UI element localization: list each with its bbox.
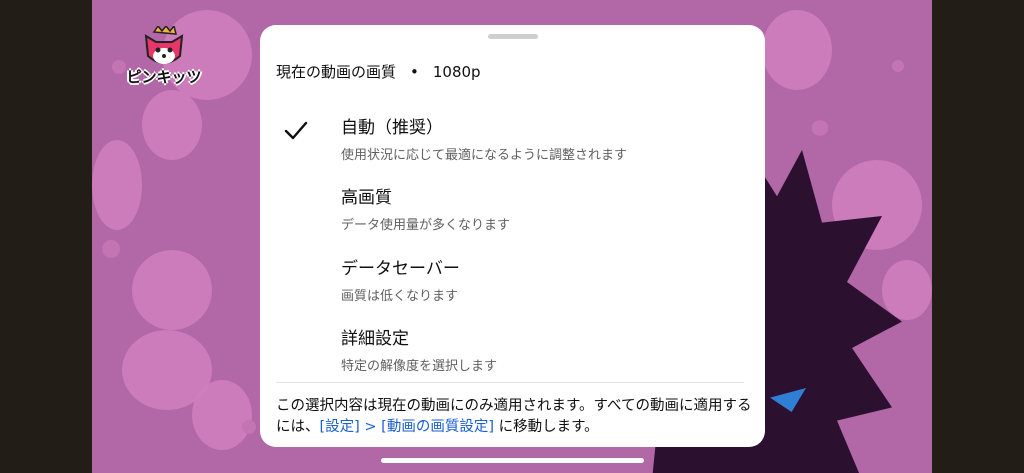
option-title: 自動（推奨） — [341, 118, 443, 138]
option-description: 画質は低くなります — [341, 289, 459, 304]
home-indicator[interactable] — [381, 458, 644, 463]
option-title: 高画質 — [341, 188, 392, 208]
channel-logo: ピンキッツ — [122, 24, 206, 88]
bg-blob — [92, 140, 142, 230]
bg-dot — [102, 240, 120, 258]
option-description: 特定の解像度を選択します — [341, 359, 498, 374]
bg-dot — [242, 420, 256, 434]
sheet-header: 現在の動画の画質 • 1080p — [276, 61, 481, 82]
bg-blob — [142, 90, 202, 160]
settings-link[interactable]: [設定] > [動画の画質設定] — [320, 419, 495, 435]
bg-dot — [812, 120, 828, 136]
divider — [276, 382, 744, 383]
bg-blob — [762, 10, 832, 90]
scope-note: この選択内容は現在の動画にのみ適用されます。すべての動画に適用するには、[設定]… — [276, 396, 756, 438]
header-separator: • — [410, 63, 419, 81]
bg-blob — [132, 250, 212, 330]
logo-text: ピンキッツ — [126, 68, 202, 86]
note-text-end: に移動します。 — [494, 419, 599, 435]
left-letterbox — [0, 0, 92, 473]
quality-option-auto[interactable]: 自動（推奨） 使用状況に応じて最適になるように調整されます — [260, 113, 765, 177]
option-description: 使用状況に応じて最適になるように調整されます — [341, 148, 628, 163]
bg-blob — [882, 260, 932, 320]
current-quality-value: 1080p — [432, 63, 481, 81]
option-title: 詳細設定 — [341, 329, 409, 349]
option-description: データ使用量が多くなります — [341, 218, 511, 233]
right-letterbox — [932, 0, 1024, 473]
option-title: データセーバー — [341, 259, 460, 279]
bg-dot — [892, 60, 904, 72]
drag-handle[interactable] — [488, 34, 538, 39]
header-label: 現在の動画の画質 — [276, 63, 397, 81]
quality-option-data-saver[interactable]: データセーバー 画質は低くなります — [260, 254, 765, 318]
video-quality-sheet: 現在の動画の画質 • 1080p 自動（推奨） 使用状況に応じて最適になるように調整… — [260, 25, 765, 447]
quality-option-advanced[interactable]: 詳細設定 特定の解像度を選択します — [260, 324, 765, 388]
checkmark-icon — [284, 121, 308, 140]
bg-blob — [192, 380, 252, 450]
quality-option-high[interactable]: 高画質 データ使用量が多くなります — [260, 183, 765, 247]
